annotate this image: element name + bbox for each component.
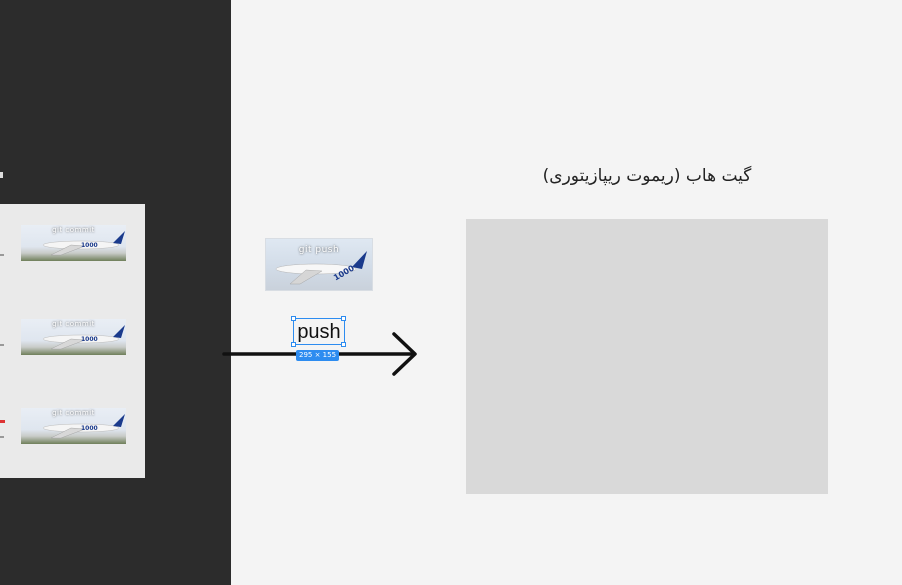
- svg-text:1000: 1000: [81, 336, 98, 343]
- resize-handle-bottom-left[interactable]: [291, 342, 296, 347]
- commit-thumbnail-2[interactable]: 1000 git commit: [21, 319, 126, 355]
- svg-text:1000: 1000: [81, 425, 98, 432]
- resize-handle-top-right[interactable]: [341, 316, 346, 321]
- edge-mark: [0, 172, 3, 178]
- push-thumbnail[interactable]: 1000 git push: [265, 238, 373, 291]
- commit-thumbnail-3[interactable]: 1000 git commit: [21, 408, 126, 444]
- resize-handle-top-left[interactable]: [291, 316, 296, 321]
- thumbnail-label: git push: [298, 245, 340, 255]
- thumbnail-label: git commit: [52, 320, 95, 328]
- selection-frame[interactable]: [293, 318, 345, 345]
- edge-tick: [0, 254, 4, 256]
- remote-title: گیت هاب (ریموت ریپازیتوری): [542, 166, 752, 186]
- commit-thumbnail-1[interactable]: 1000 git commit: [21, 225, 126, 261]
- dimension-badge: 295 × 155: [296, 350, 340, 361]
- resize-handle-bottom-right[interactable]: [341, 342, 346, 347]
- svg-text:1000: 1000: [81, 242, 98, 249]
- remote-repository-box[interactable]: [466, 219, 828, 494]
- commits-card[interactable]: 1000 git commit 1000 git commit 1000 git…: [0, 204, 145, 478]
- thumbnail-label: git commit: [52, 226, 95, 234]
- edge-tick: [0, 436, 4, 438]
- thumbnail-label: git commit: [52, 409, 95, 417]
- edge-red-mark: [0, 420, 5, 423]
- edge-tick: [0, 344, 4, 346]
